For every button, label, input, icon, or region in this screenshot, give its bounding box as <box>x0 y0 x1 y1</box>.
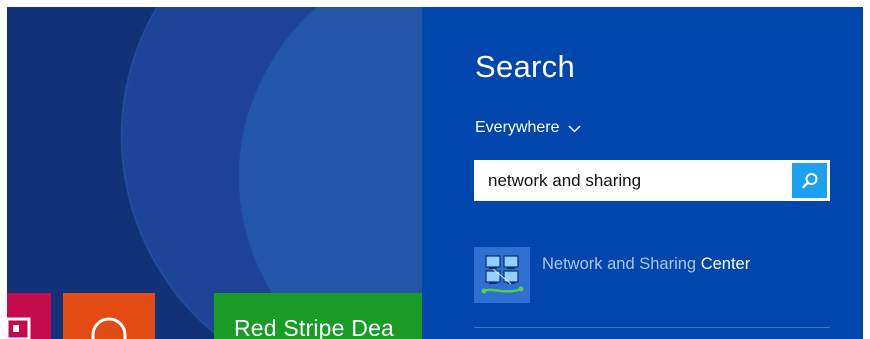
search-pane-title: Search <box>475 49 576 84</box>
search-box <box>474 160 830 201</box>
results-divider <box>474 327 830 328</box>
tile-media[interactable] <box>7 293 51 339</box>
search-result-label: Network and Sharing Center <box>542 255 750 274</box>
media-icon <box>7 317 31 339</box>
chevron-down-icon <box>568 125 582 133</box>
tile-music[interactable] <box>63 293 155 339</box>
search-scope-dropdown[interactable]: Everywhere <box>475 119 582 137</box>
search-input[interactable] <box>474 160 784 201</box>
tile-label: Red Stripe Dea <box>234 315 395 339</box>
headphones-icon <box>91 317 127 339</box>
search-result-network-sharing-center[interactable]: Network and Sharing Center <box>474 247 830 303</box>
network-computers-icon <box>474 247 530 303</box>
start-background <box>7 7 422 339</box>
search-result-rest-text: Center <box>700 255 751 273</box>
search-button[interactable] <box>792 163 827 198</box>
start-screen: Red Stripe Dea <box>7 7 422 339</box>
search-result-match-text: Network and Sharing <box>542 255 697 273</box>
search-charm-pane: Search Everywhere network and sharing Ne… <box>422 7 863 339</box>
tile-red-stripe-deals[interactable]: Red Stripe Dea <box>214 293 422 339</box>
search-scope-label: Everywhere <box>475 119 560 136</box>
search-icon <box>801 172 817 188</box>
screen: Red Stripe Dea Search Everywhere network… <box>7 7 863 339</box>
